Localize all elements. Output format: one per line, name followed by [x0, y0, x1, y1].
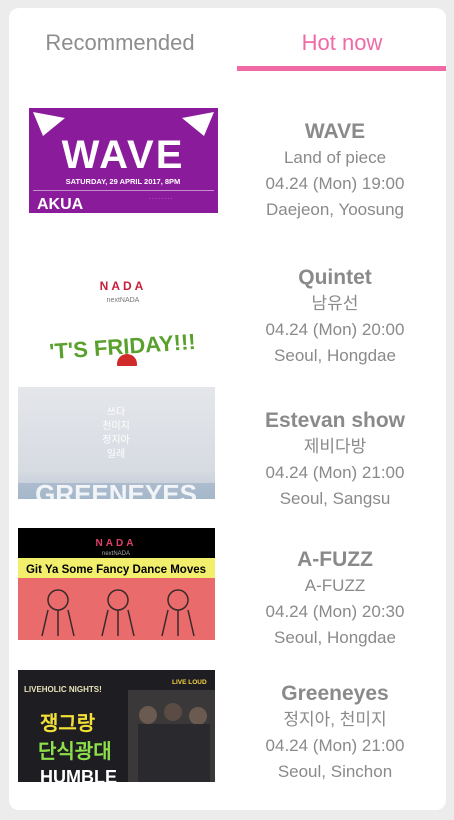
event-title: Estevan show [264, 409, 406, 432]
event-subtitle: A-FUZZ [304, 576, 366, 595]
poster-logo-sub: nextNADA [107, 297, 140, 304]
poster-line-2: 천미지 [102, 420, 130, 432]
poster-line-4: 일레 [107, 448, 125, 460]
event-location: Seoul, Sinchon [277, 762, 393, 781]
event-subtitle: 제비다방 [303, 437, 367, 456]
poster-top-line: LIVEHOLIC NIGHTS! [24, 685, 102, 694]
event-title: A-FUZZ [297, 548, 373, 571]
event-item-greeneyes[interactable]: LIVEHOLIC NIGHTS! LIVE LOUD 쟁그랑 단식광대 HUM… [9, 670, 446, 800]
poster-logo-sub: nextNADA [102, 551, 130, 557]
event-datetime: 04.24 (Mon) 21:00 [265, 736, 405, 755]
event-list-card: Recommended Hot now WAVE SATURDAY, 29 AP… [9, 8, 446, 810]
event-poster-wave: WAVE SATURDAY, 29 APRIL 2017, 8PM AKUA ·… [29, 108, 218, 213]
event-item-estevan-show[interactable]: 쓰다 천미지 정지아 일레 GREENEYES Estevan show 제비다… [9, 387, 446, 517]
poster-bottom: HUMBLE [40, 767, 117, 782]
event-item-wave[interactable]: WAVE SATURDAY, 29 APRIL 2017, 8PM AKUA ·… [9, 108, 446, 238]
event-datetime: 04.24 (Mon) 21:00 [265, 463, 405, 482]
poster-line-2: 단식광대 [38, 740, 112, 763]
event-item-quintet[interactable]: NADA nextNADA 'T'S FRIDAY!!! Quintet 남유선… [9, 254, 446, 384]
event-location: Daejeon, Yoosung [265, 200, 405, 219]
svg-text:· · · · · · · ·: · · · · · · · · [149, 196, 172, 202]
event-poster-quintet: NADA nextNADA 'T'S FRIDAY!!! [27, 254, 219, 366]
poster-line-3: 정지아 [102, 434, 130, 446]
event-poster-a-fuzz: NADA nextNADA Git Ya Some Fancy Dance Mo… [18, 528, 215, 640]
poster-badge: LIVE LOUD [172, 679, 207, 686]
poster-bottom-text: GREENEYES [35, 479, 197, 499]
event-location: Seoul, Hongdae [274, 628, 396, 647]
event-subtitle: 남유선 [311, 294, 359, 313]
poster-line-1: 쟁그랑 [40, 712, 96, 735]
poster-date-line: SATURDAY, 29 APRIL 2017, 8PM [66, 177, 181, 186]
poster-headline: WAVE [62, 133, 185, 177]
tab-bar: Recommended Hot now [9, 8, 446, 74]
event-datetime: 04.24 (Mon) 20:30 [265, 602, 405, 621]
poster-logo: NADA [100, 279, 147, 293]
tab-recommended[interactable]: Recommended [25, 30, 215, 60]
active-tab-indicator [237, 66, 446, 71]
event-poster-estevan-show: 쓰다 천미지 정지아 일레 GREENEYES [18, 387, 215, 499]
poster-line-1: 쓰다 [107, 406, 125, 418]
poster-logo: NADA [96, 538, 137, 549]
event-item-a-fuzz[interactable]: NADA nextNADA Git Ya Some Fancy Dance Mo… [9, 528, 446, 658]
event-poster-greeneyes: LIVEHOLIC NIGHTS! LIVE LOUD 쟁그랑 단식광대 HUM… [18, 670, 215, 782]
event-location: Seoul, Hongdae [274, 346, 396, 365]
event-datetime: 04.24 (Mon) 20:00 [265, 320, 405, 339]
event-subtitle: Land of piece [283, 148, 387, 167]
event-subtitle: 정지아, 천미지 [283, 710, 387, 729]
event-title: WAVE [304, 120, 366, 143]
event-datetime: 04.24 (Mon) 19:00 [265, 174, 405, 193]
event-title: Quintet [298, 266, 372, 289]
event-location: Seoul, Sangsu [279, 489, 391, 508]
poster-headline: Git Ya Some Fancy Dance Moves [26, 564, 206, 576]
tab-hot-now[interactable]: Hot now [237, 30, 446, 60]
event-title: Greeneyes [281, 682, 389, 705]
poster-venue: AKUA [37, 196, 84, 213]
